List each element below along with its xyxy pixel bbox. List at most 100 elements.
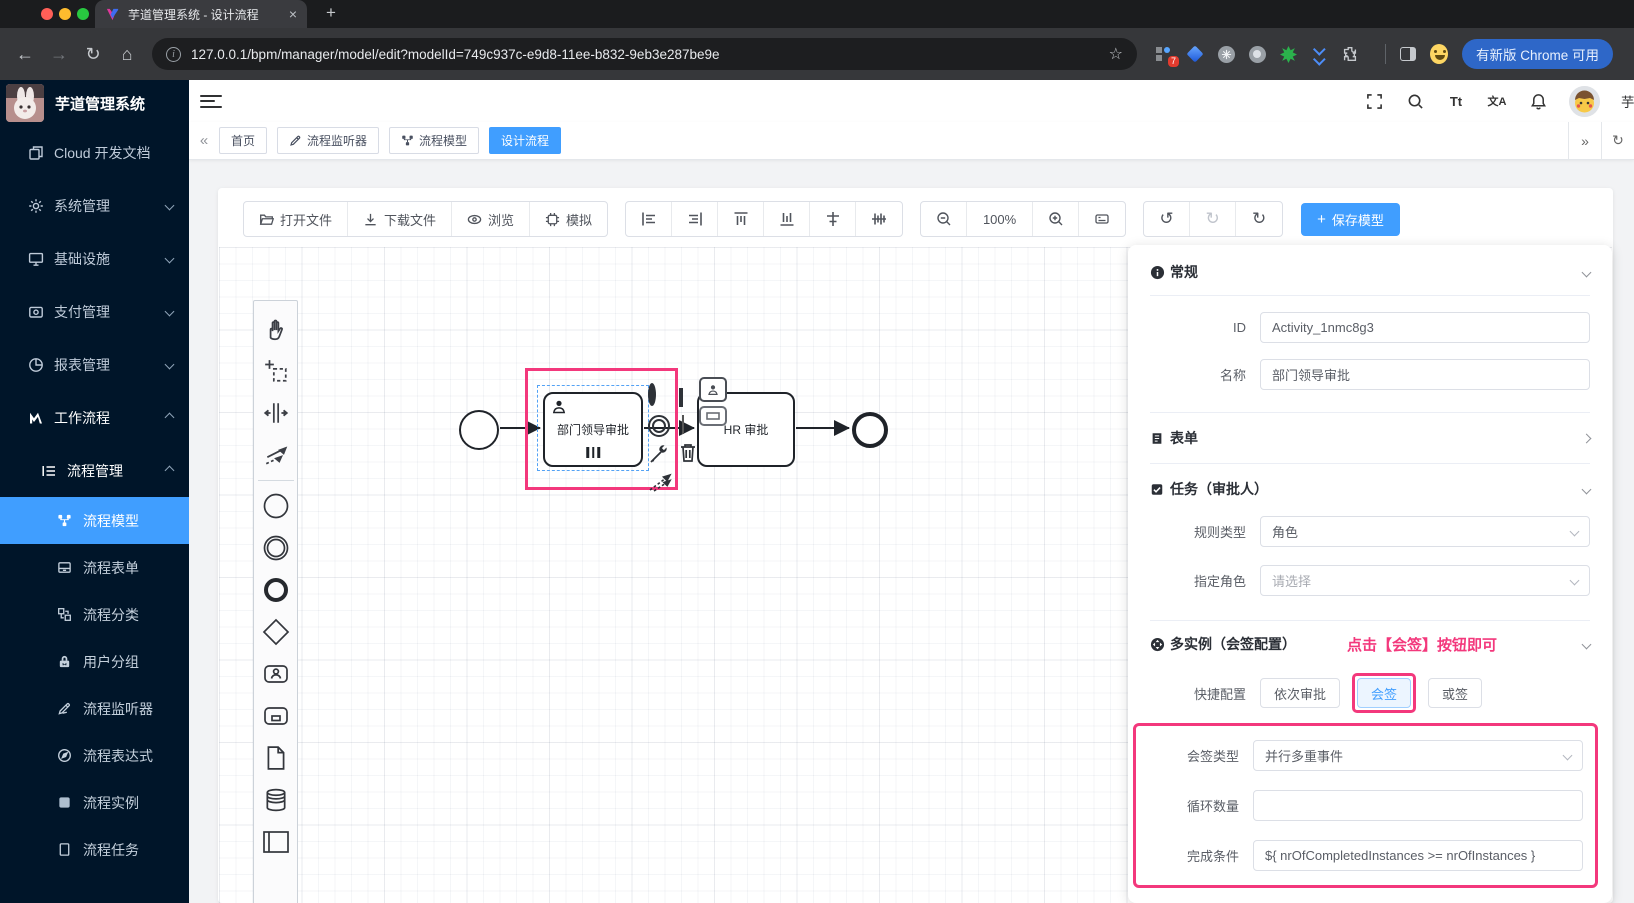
- back-icon[interactable]: ←: [8, 44, 42, 65]
- align-center-horizontal-button[interactable]: [810, 202, 857, 236]
- sidebar-item-report[interactable]: 报表管理: [0, 338, 189, 391]
- align-top-button[interactable]: [718, 202, 765, 236]
- contextpad-wrench-icon[interactable]: [648, 443, 670, 465]
- task-node-hr[interactable]: HR 审批: [697, 392, 795, 467]
- section-task-header[interactable]: 任务（审批人）: [1150, 478, 1592, 500]
- simulate-button[interactable]: 模拟: [530, 202, 607, 236]
- contextpad-append-end-event-icon[interactable]: [648, 383, 656, 406]
- fullscreen-icon[interactable]: [1364, 91, 1384, 111]
- sidebar-item-process-model[interactable]: 流程模型: [0, 497, 189, 544]
- tags-refresh-icon[interactable]: ↻: [1601, 122, 1634, 159]
- sidebar-item-process-task[interactable]: 流程任务: [0, 826, 189, 873]
- id-input[interactable]: [1260, 312, 1590, 343]
- browser-tab[interactable]: 芋道管理系统 - 设计流程 ×: [95, 0, 307, 28]
- completion-condition-input[interactable]: [1253, 840, 1583, 871]
- logo-row[interactable]: 芋道管理系统: [0, 80, 189, 126]
- window-zoom-button[interactable]: [77, 8, 89, 20]
- section-form-header[interactable]: 表单: [1150, 427, 1592, 449]
- sidebar-item-payment[interactable]: 支付管理: [0, 285, 189, 338]
- extensions-puzzle-icon[interactable]: [1341, 45, 1359, 63]
- forward-icon[interactable]: →: [42, 44, 76, 65]
- space-tool-icon[interactable]: [257, 392, 295, 434]
- fit-viewport-button[interactable]: [1079, 202, 1125, 236]
- bookmark-star-icon[interactable]: ☆: [1109, 44, 1123, 64]
- translate-icon[interactable]: 文A: [1487, 91, 1507, 111]
- extension-gem-icon[interactable]: [1186, 45, 1204, 63]
- section-multi-instance-header[interactable]: 多实例（会签配置） 点击【会签】按钮即可: [1150, 633, 1592, 655]
- contextpad-connect-icon[interactable]: [648, 469, 674, 493]
- username[interactable]: 芋道: [1621, 91, 1634, 111]
- global-connect-tool-icon[interactable]: [257, 434, 295, 476]
- site-info-icon[interactable]: i: [166, 46, 181, 62]
- chrome-update-chip[interactable]: 有新版 Chrome 可用: [1462, 39, 1614, 69]
- download-file-button[interactable]: 下载文件: [348, 202, 453, 236]
- sidebar-item-process-expression[interactable]: 流程表达式: [0, 732, 189, 779]
- start-event-icon[interactable]: [257, 485, 295, 527]
- align-left-button[interactable]: [626, 202, 673, 236]
- restart-button[interactable]: ↻: [1236, 202, 1282, 236]
- align-right-button[interactable]: [672, 202, 719, 236]
- sequential-approve-button[interactable]: 依次审批: [1260, 678, 1341, 708]
- tag-home[interactable]: 首页: [219, 127, 268, 154]
- hand-tool-icon[interactable]: [257, 308, 295, 350]
- user-task-icon[interactable]: [257, 653, 295, 695]
- sidebar-item-user-group[interactable]: 用户分组: [0, 638, 189, 685]
- contextpad-user-task-chip[interactable]: [699, 377, 727, 402]
- countersign-type-select[interactable]: 并行多重事件: [1253, 740, 1583, 771]
- intermediate-event-icon[interactable]: [257, 527, 295, 569]
- contextpad-text-annotation-icon[interactable]: [682, 415, 684, 434]
- profile-avatar[interactable]: [1430, 44, 1448, 64]
- preview-button[interactable]: 浏览: [452, 202, 531, 236]
- task-node-dept-leader[interactable]: 部门领导审批: [543, 392, 643, 467]
- sidebar-item-process-category[interactable]: 流程分类: [0, 591, 189, 638]
- extension-circle-icon[interactable]: [1248, 45, 1266, 63]
- assign-role-select[interactable]: 请选择: [1260, 565, 1590, 596]
- open-file-button[interactable]: 打开文件: [244, 202, 349, 236]
- redo-button[interactable]: ↻: [1190, 202, 1237, 236]
- sidebar-item-cloud-docs[interactable]: Cloud 开发文档: [0, 126, 189, 179]
- save-model-button[interactable]: + 保存模型: [1301, 202, 1400, 236]
- sidebar-item-system[interactable]: 系统管理: [0, 179, 189, 232]
- home-icon[interactable]: ⌂: [110, 44, 144, 65]
- data-store-icon[interactable]: [257, 779, 295, 821]
- tags-collapse-icon[interactable]: «: [189, 132, 219, 149]
- tag-process-model[interactable]: 流程模型: [389, 127, 480, 154]
- window-close-button[interactable]: [41, 8, 53, 20]
- font-size-icon[interactable]: Tt: [1446, 91, 1466, 111]
- gateway-icon[interactable]: [257, 611, 295, 653]
- new-tab-button[interactable]: +: [320, 3, 342, 23]
- receive-task-icon[interactable]: [257, 695, 295, 737]
- zoom-in-button[interactable]: [1033, 202, 1080, 236]
- sidebar-item-process-instance[interactable]: 流程实例: [0, 779, 189, 826]
- sidebar-item-workflow[interactable]: 工作流程: [0, 391, 189, 444]
- sidebar-item-infra[interactable]: 基础设施: [0, 232, 189, 285]
- start-event-node[interactable]: [459, 410, 499, 450]
- tab-close-icon[interactable]: ×: [289, 6, 297, 22]
- undo-button[interactable]: ↺: [1144, 202, 1191, 236]
- extension-badge-icon[interactable]: 7: [1155, 45, 1179, 67]
- extension-chevrons-icon[interactable]: [1310, 43, 1328, 65]
- sidebar-item-process-listener[interactable]: 流程监听器: [0, 685, 189, 732]
- tag-process-listener[interactable]: 流程监听器: [277, 127, 380, 154]
- sidebar-item-process-manage[interactable]: 流程管理: [0, 444, 189, 497]
- countersign-button[interactable]: 会签: [1357, 678, 1412, 708]
- tags-expand-icon[interactable]: »: [1568, 122, 1601, 159]
- window-minimize-button[interactable]: [59, 8, 71, 20]
- menu-fold-icon[interactable]: [200, 94, 222, 108]
- end-event-node[interactable]: [852, 412, 888, 448]
- sidebar-item-process-form[interactable]: 流程表单: [0, 544, 189, 591]
- bell-icon[interactable]: [1528, 91, 1548, 111]
- lasso-tool-icon[interactable]: [257, 350, 295, 392]
- participant-pool-icon[interactable]: [257, 821, 295, 863]
- name-input[interactable]: [1260, 359, 1590, 390]
- align-bottom-button[interactable]: [764, 202, 811, 236]
- align-center-vertical-button[interactable]: [856, 202, 902, 236]
- user-avatar[interactable]: [1569, 85, 1600, 117]
- url-text[interactable]: 127.0.0.1/bpm/manager/model/edit?modelId…: [191, 47, 1099, 62]
- extension-star-icon[interactable]: [1279, 45, 1297, 63]
- tag-design-process[interactable]: 设计流程: [489, 127, 562, 154]
- address-bar[interactable]: i 127.0.0.1/bpm/manager/model/edit?model…: [152, 38, 1137, 70]
- side-panel-icon[interactable]: [1399, 45, 1417, 63]
- contextpad-append-gateway-icon[interactable]: [679, 388, 683, 407]
- contextpad-delete-icon[interactable]: [678, 442, 698, 464]
